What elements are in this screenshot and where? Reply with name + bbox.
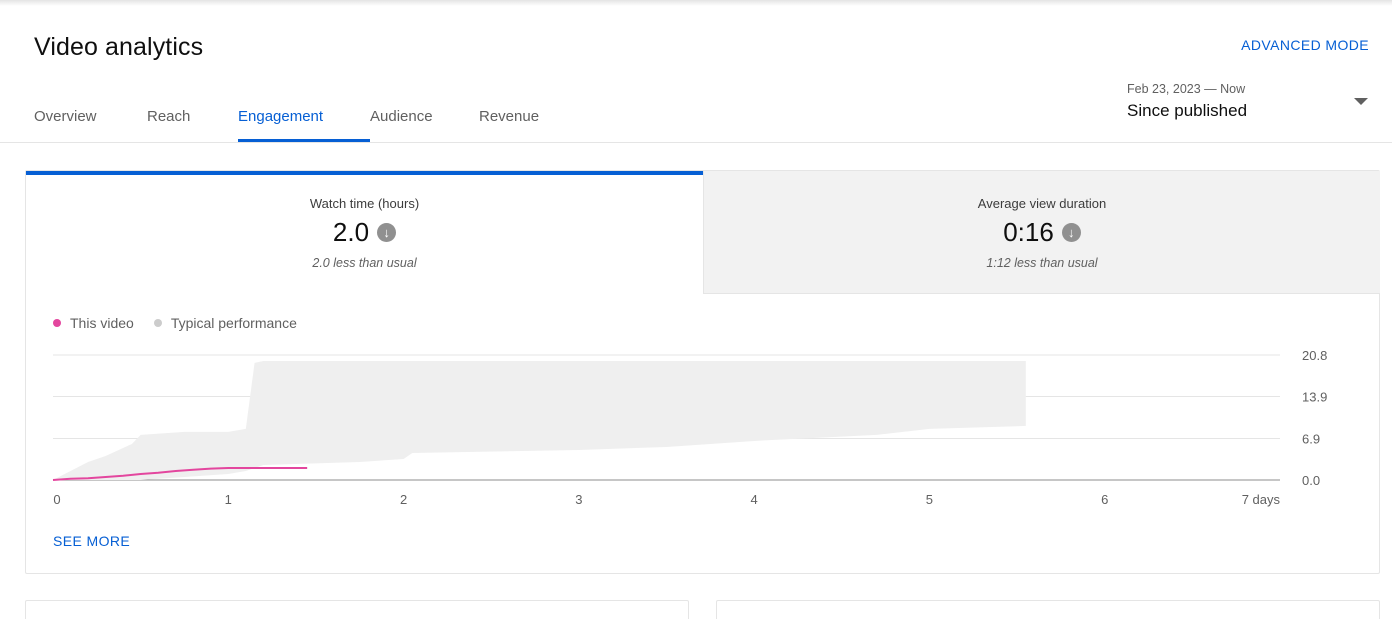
bottom-card-left (25, 600, 689, 619)
tab-audience[interactable]: Audience (370, 108, 479, 142)
x-tick-label: 0 (53, 492, 60, 507)
tabs-divider (0, 142, 1392, 143)
x-tick-label: 4 (751, 492, 758, 507)
tab-engagement[interactable]: Engagement (238, 108, 370, 142)
x-tick-label: 6 (1101, 492, 1108, 507)
typical-performance-band (53, 361, 1026, 480)
advanced-mode-link[interactable]: ADVANCED MODE (1241, 37, 1369, 53)
date-range-dropdown[interactable]: Feb 23, 2023 — Now Since published (1127, 82, 1372, 121)
x-tick-label: 5 (926, 492, 933, 507)
top-shadow (0, 0, 1392, 6)
see-more-link[interactable]: SEE MORE (53, 533, 130, 549)
x-tick-label: 1 (225, 492, 232, 507)
tab-overview[interactable]: Overview (34, 108, 147, 142)
x-tick-label: 3 (575, 492, 582, 507)
analytics-tabs: Overview Reach Engagement Audience Reven… (34, 108, 559, 142)
bottom-card-right (716, 600, 1380, 619)
y-tick-label: 0.0 (1302, 473, 1320, 488)
tab-revenue[interactable]: Revenue (479, 108, 559, 142)
x-tick-label: 2 (400, 492, 407, 507)
date-range-selected: Since published (1127, 101, 1248, 120)
date-range-text: Feb 23, 2023 — Now (1127, 82, 1246, 96)
tab-reach[interactable]: Reach (147, 108, 238, 142)
engagement-card: Watch time (hours) 2.0 ↓ 2.0 less than u… (25, 170, 1380, 574)
y-tick-label: 13.9 (1302, 389, 1327, 404)
caret-down-icon (1354, 98, 1368, 105)
y-tick-label: 20.8 (1302, 348, 1327, 363)
watch-time-chart: 0.0 6.9 13.9 20.8 0 1 2 3 4 5 6 7 days (52, 348, 1327, 507)
x-tick-label: 7 days (1242, 492, 1281, 507)
page-title: Video analytics (34, 33, 204, 61)
y-tick-label: 6.9 (1302, 432, 1320, 447)
